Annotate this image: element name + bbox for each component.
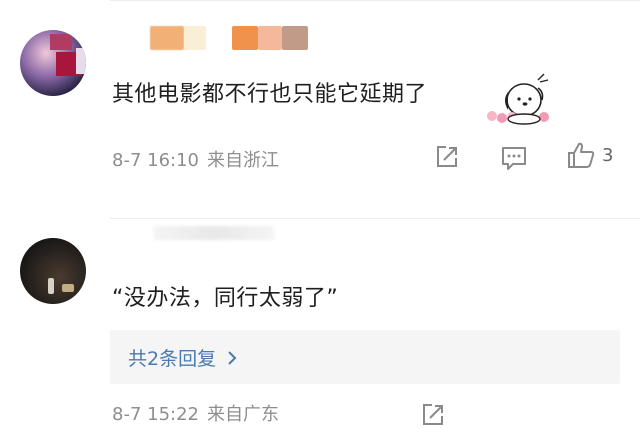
share-button[interactable] [434, 144, 460, 170]
replies-label: 共2条回复 [128, 348, 217, 370]
divider [110, 218, 640, 219]
comment-location: 来自广东 [207, 404, 279, 425]
like-count: 3 [602, 144, 614, 166]
thumb-up-icon [568, 142, 595, 168]
comment-text: “没办法，同行太弱了” [112, 286, 339, 311]
like-button[interactable]: 3 [566, 140, 613, 170]
comment-date: 8-7 16:10 [112, 150, 199, 171]
avatar[interactable] [20, 238, 86, 304]
reply-button[interactable] [500, 144, 528, 172]
avatar[interactable] [20, 30, 86, 96]
view-replies-link[interactable]: 共2条回复 [128, 344, 238, 371]
comment-text: 其他电影都不行也只能它延期了 [112, 82, 428, 107]
share-icon [423, 404, 443, 425]
share-icon [437, 146, 457, 167]
share-button[interactable] [420, 402, 446, 428]
comment-meta: 8-7 16:10 来自浙江 [112, 146, 279, 172]
pochacco-sticker [487, 73, 549, 125]
comment-date: 8-7 15:22 [112, 404, 199, 425]
divider [110, 0, 640, 1]
comment-meta: 8-7 15:22 来自广东 [112, 400, 279, 426]
replies-preview: 共2条回复 [110, 330, 620, 384]
chevron-right-icon [228, 350, 237, 365]
comment-location: 来自浙江 [207, 150, 279, 171]
username-redacted[interactable] [154, 226, 274, 240]
comment-icon [502, 147, 526, 170]
